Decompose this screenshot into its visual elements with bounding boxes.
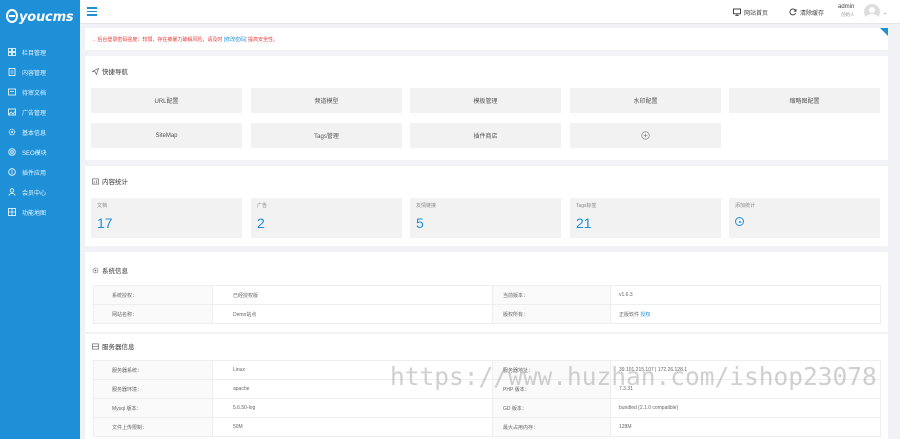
- system-info-title: 系统信息: [92, 265, 128, 275]
- system-info-panel: 系统信息 系统授权： 已经授权版 当前版本： v1.6.3 网站名称： Demo…: [85, 252, 888, 332]
- stat-value: 21: [576, 215, 592, 231]
- sidebar-item-function-map[interactable]: 功能地图: [0, 202, 80, 222]
- server-info-table: 服务器系统： Linux 服务器地址： 39.101.215.107 | 172…: [93, 360, 881, 437]
- quick-btn-url-config[interactable]: URL配置: [91, 88, 242, 113]
- gear-icon: [92, 267, 99, 273]
- sidebar-item-ads[interactable]: 广告管理: [0, 102, 80, 122]
- menu-toggle-icon[interactable]: [87, 7, 97, 16]
- logo-e-icon: [6, 9, 18, 23]
- quick-btn-plugin-store[interactable]: 插件商店: [410, 123, 561, 148]
- chevron-down-icon[interactable]: ⌄: [883, 10, 887, 16]
- sidebar-nav: 栏目管理 内容管理 待审文档 广告管理 基本信息 SEO模块 插件应用 会员中心…: [0, 42, 80, 222]
- quick-btn-add[interactable]: [570, 123, 721, 148]
- table-row: 服务器系统： Linux 服务器地址： 39.101.215.107 | 172…: [93, 360, 881, 380]
- chart-icon: [92, 178, 99, 184]
- table-row: 服务器环境： apache PHP 版本： 7.3.31: [93, 379, 881, 399]
- sidebar-item-member-center[interactable]: 会员中心: [0, 182, 80, 202]
- stat-card-friend-links[interactable]: 友情链接 5: [410, 198, 561, 238]
- user-icon: [8, 188, 16, 196]
- sidebar-item-column-manage[interactable]: 栏目管理: [0, 42, 80, 62]
- stat-card-tags[interactable]: Tags标签 21: [570, 198, 721, 238]
- corner-flag-icon: [880, 28, 888, 36]
- quick-nav-panel: 快捷导航 URL配置 频道模型 模板管理 水印配置 缩略图配置 SiteMap …: [85, 56, 888, 160]
- clear-cache-link[interactable]: 清除缓存: [789, 7, 824, 17]
- stat-card-add-stat[interactable]: 添加统计: [729, 198, 880, 238]
- quick-btn-template-manage[interactable]: 模板管理: [410, 88, 561, 113]
- content-stats-panel: 内容统计 文档 17 广告 2 友情链接 5 Tags标签 21 添加统计: [85, 166, 888, 246]
- refresh-icon: [789, 8, 797, 16]
- sidebar: youcms 栏目管理 内容管理 待审文档 广告管理 基本信息 SEO模块 插件…: [0, 0, 80, 439]
- server-icon: [92, 343, 99, 349]
- sidebar-item-seo[interactable]: SEO模块: [0, 142, 80, 162]
- change-password-link[interactable]: [修改密码]: [224, 37, 247, 43]
- stat-card-documents[interactable]: 文档 17: [91, 198, 242, 238]
- quick-btn-thumbnail-config[interactable]: 缩略图配置: [729, 88, 880, 113]
- topbar: 网站首页 清除缓存 admin 创始人 ⌄: [80, 0, 900, 24]
- sidebar-item-plugins[interactable]: 插件应用: [0, 162, 80, 182]
- add-stat-icon: [735, 217, 744, 226]
- plugin-icon: [8, 168, 16, 176]
- content-stats-title: 内容统计: [92, 176, 128, 186]
- quick-nav-title: 快捷导航: [92, 66, 128, 76]
- password-warning-notice: → 后台登录密码强度：较弱，存在被暴力破解风险，请及时 [修改密码] 提高安全性…: [85, 28, 888, 50]
- image-icon: [8, 108, 16, 116]
- user-role: 创始人: [841, 12, 855, 17]
- add-circle-icon: [641, 131, 650, 140]
- sidebar-item-pending-docs[interactable]: 待审文档: [0, 82, 80, 102]
- sidebar-item-content-manage[interactable]: 内容管理: [0, 62, 80, 82]
- pending-doc-icon: [8, 88, 16, 96]
- table-row: Mysql 版本： 5.6.50-log GD 版本： bundled (2.1…: [93, 398, 881, 418]
- stat-value: 17: [97, 215, 113, 231]
- document-icon: [8, 68, 16, 76]
- quick-btn-sitemap[interactable]: SiteMap: [91, 123, 242, 148]
- user-name[interactable]: admin: [838, 4, 854, 10]
- send-icon: [92, 67, 99, 75]
- sidebar-item-basic-info[interactable]: 基本信息: [0, 122, 80, 142]
- server-info-panel: 服务器信息 服务器系统： Linux 服务器地址： 39.101.215.107…: [85, 334, 888, 439]
- target-icon: [8, 148, 16, 156]
- monitor-icon: [733, 8, 741, 16]
- brand-logo[interactable]: youcms: [6, 9, 76, 27]
- server-info-title: 服务器信息: [92, 341, 135, 351]
- avatar[interactable]: [864, 4, 880, 20]
- notice-text: → 后台登录密码强度：较弱，存在被暴力破解风险，请及时 [修改密码] 提高安全性…: [91, 37, 278, 43]
- quick-btn-watermark-config[interactable]: 水印配置: [570, 88, 721, 113]
- stat-card-ads[interactable]: 广告 2: [251, 198, 402, 238]
- map-icon: [8, 208, 16, 216]
- grid-icon: [8, 48, 16, 56]
- license-link[interactable]: 授权: [640, 312, 650, 318]
- table-row: 文件上传限制： 50M 最大占用内存： 128M: [93, 417, 881, 437]
- table-row: 网站名称： Demo站点 版权所有： 正版软件 授权: [93, 304, 881, 324]
- table-row: 系统授权： 已经授权版 当前版本： v1.6.3: [93, 285, 881, 305]
- stat-value: 5: [416, 215, 424, 231]
- gear-icon: [8, 128, 16, 136]
- stat-value: 2: [257, 215, 265, 231]
- quick-btn-channel-model[interactable]: 频道模型: [251, 88, 402, 113]
- system-info-table: 系统授权： 已经授权版 当前版本： v1.6.3 网站名称： Demo站点 版权…: [93, 285, 881, 324]
- quick-btn-tags-manage[interactable]: Tags管理: [251, 123, 402, 148]
- site-home-link[interactable]: 网站首页: [733, 7, 768, 17]
